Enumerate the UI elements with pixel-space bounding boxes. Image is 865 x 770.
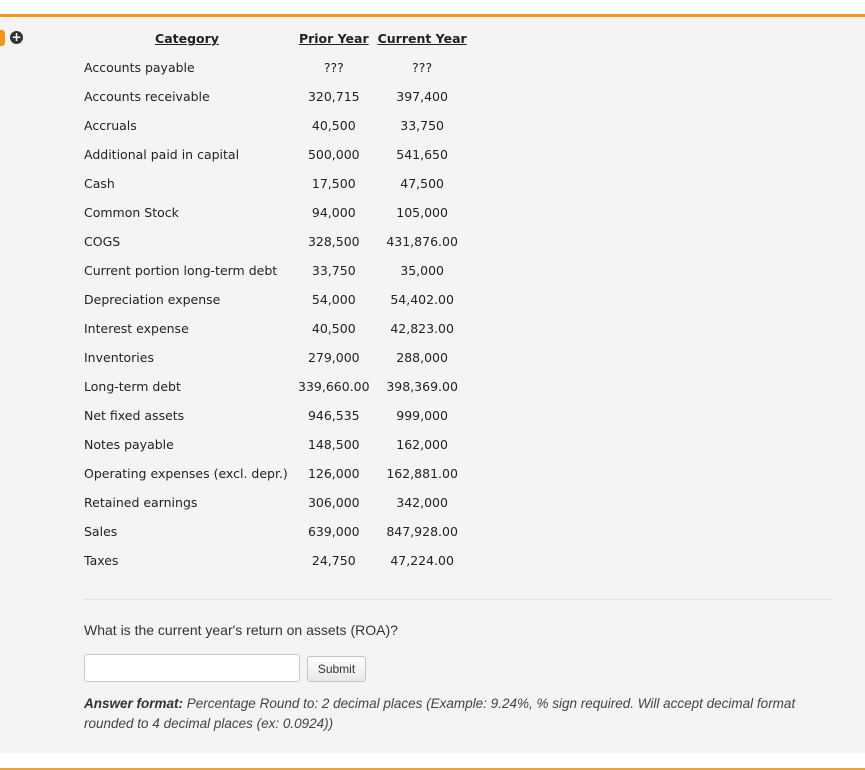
row-prior-year: 17,500 (311, 176, 356, 191)
row-current-year: 54,402.00 (390, 292, 454, 307)
answer-format-text: Percentage Round to: 2 decimal places (E… (84, 696, 796, 731)
answer-format-note: Answer format: Percentage Round to: 2 de… (84, 694, 834, 734)
table-row: Net fixed assets 946,535 999,000 (80, 401, 471, 430)
table-row: Accruals 40,500 33,750 (80, 111, 471, 140)
plus-circle-icon[interactable]: + (10, 31, 23, 44)
row-category: Inventories (84, 350, 154, 365)
table-row: Taxes 24,750 47,224.00 (80, 546, 471, 575)
submit-button[interactable]: Submit (307, 656, 366, 682)
row-prior-year: 40,500 (311, 321, 356, 336)
table-row: Inventories 279,000 288,000 (80, 343, 471, 372)
table-header-row: Category Prior Year Current Year (80, 24, 471, 53)
row-current-year: ??? (412, 60, 433, 75)
row-prior-year: ??? (323, 60, 344, 75)
section-divider (84, 599, 832, 600)
row-category: Current portion long-term debt (84, 263, 278, 278)
table-row: Accounts receivable 320,715 397,400 (80, 82, 471, 111)
row-prior-year: 33,750 (311, 263, 356, 278)
row-current-year: 847,928.00 (386, 524, 458, 539)
row-current-year: 342,000 (396, 495, 448, 510)
row-category: Accounts receivable (84, 89, 210, 104)
row-category: COGS (84, 234, 121, 249)
row-prior-year: 328,500 (307, 234, 360, 249)
row-prior-year: 946,535 (307, 408, 360, 423)
row-current-year: 35,000 (400, 263, 444, 278)
row-category: Retained earnings (84, 495, 198, 510)
row-current-year: 162,881.00 (386, 466, 458, 481)
answer-format-label: Answer format: (84, 696, 184, 711)
row-category: Taxes (84, 553, 119, 568)
row-current-year: 105,000 (396, 205, 448, 220)
row-current-year: 431,876.00 (386, 234, 458, 249)
answer-input[interactable] (84, 654, 300, 682)
row-category: Cash (84, 176, 115, 191)
table-body: Accounts payable?????? Accounts receivabl… (80, 53, 471, 575)
row-current-year: 162,000 (396, 437, 448, 452)
row-category: Net fixed assets (84, 408, 185, 423)
table-row: Notes payable 148,500 162,000 (80, 430, 471, 459)
row-current-year: 42,823.00 (390, 321, 454, 336)
row-category: Sales (84, 524, 118, 539)
row-current-year: 47,224.00 (390, 553, 454, 568)
row-current-year: 47,500 (400, 176, 444, 191)
row-category: Operating expenses (excl. depr.) (84, 466, 288, 481)
row-prior-year: 94,000 (311, 205, 356, 220)
table-row: Accounts payable?????? (80, 53, 471, 82)
table-row: Retained earnings 306,000 342,000 (80, 488, 471, 517)
table-row: Operating expenses (excl. depr.) 126,000 1… (80, 459, 471, 488)
row-current-year: 288,000 (396, 350, 448, 365)
table-row: Cash 17,500 47,500 (80, 169, 471, 198)
table-row: Interest expense 40,500 42,823.00 (80, 314, 471, 343)
row-category: Common Stock (84, 205, 179, 220)
row-current-year: 541,650 (396, 147, 448, 162)
column-header-current-year: Current Year (377, 31, 467, 46)
row-current-year: 999,000 (396, 408, 448, 423)
row-prior-year: 639,000 (307, 524, 360, 539)
row-category: Long-term debt (84, 379, 181, 394)
row-prior-year: 126,000 (307, 466, 360, 481)
table-row: Current portion long-term debt 33,750 35,0… (80, 256, 471, 285)
financial-data-table: Category Prior Year Current Year Account… (80, 24, 471, 575)
row-category: Notes payable (84, 437, 174, 452)
row-current-year: 33,750 (400, 118, 444, 133)
table-row: Sales 639,000 847,928.00 (80, 517, 471, 546)
table-row: Depreciation expense 54,000 54,402.00 (80, 285, 471, 314)
row-prior-year: 24,750 (311, 553, 356, 568)
side-tab-marker (0, 30, 5, 46)
row-category: Depreciation expense (84, 292, 221, 307)
question-text: What is the current year's return on ass… (84, 622, 398, 638)
row-prior-year: 320,715 (307, 89, 360, 104)
table-row: COGS 328,500 431,876.00 (80, 227, 471, 256)
row-category: Interest expense (84, 321, 189, 336)
row-category: Additional paid in capital (84, 147, 240, 162)
row-prior-year: 339,660.00 (298, 379, 370, 394)
row-prior-year: 500,000 (307, 147, 360, 162)
row-prior-year: 54,000 (311, 292, 356, 307)
row-prior-year: 279,000 (307, 350, 360, 365)
row-prior-year: 40,500 (311, 118, 356, 133)
row-current-year: 397,400 (396, 89, 448, 104)
row-current-year: 398,369.00 (386, 379, 458, 394)
table-row: Additional paid in capital 500,000 541,650 (80, 140, 471, 169)
row-category: Accruals (84, 118, 137, 133)
row-prior-year: 306,000 (307, 495, 360, 510)
table-row: Common Stock 94,000 105,000 (80, 198, 471, 227)
row-category: Accounts payable (84, 60, 195, 75)
table-row: Long-term debt 339,660.00 398,369.00 (80, 372, 471, 401)
column-header-prior-year: Prior Year (298, 31, 369, 46)
column-header-category: Category (155, 31, 219, 46)
row-prior-year: 148,500 (307, 437, 360, 452)
